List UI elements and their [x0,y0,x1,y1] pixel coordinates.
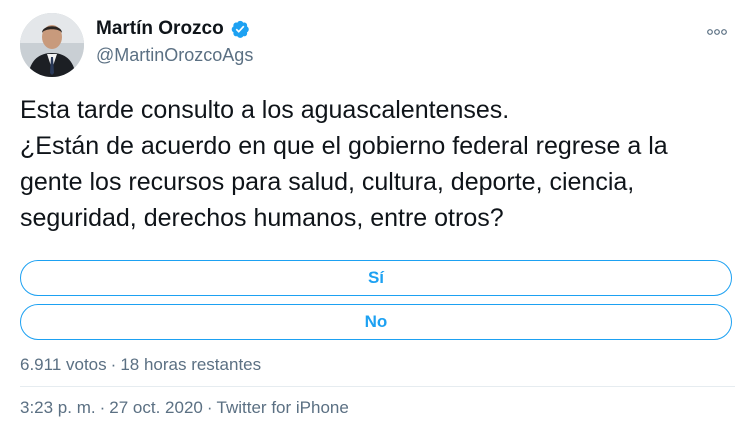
verified-badge-icon [230,19,250,39]
tweet-source[interactable]: Twitter for iPhone [217,398,349,417]
tweet-footer: 3:23 p. m. · 27 oct. 2020 · Twitter for iPho… [20,398,349,418]
author-name[interactable]: Martín Orozco [96,18,224,40]
footer-separator: · [99,398,106,417]
divider [20,386,735,387]
tweet-text: Esta tarde consulto a los aguascalentens… [20,96,668,232]
avatar[interactable] [20,13,84,77]
poll-meta-separator: · [110,355,117,374]
poll-meta: 6.911 votos · 18 horas restantes [20,355,261,375]
footer-separator: · [206,398,213,417]
poll-votes: 6.911 votos [20,355,107,374]
author-name-row: Martín Orozco [96,17,253,41]
tweet-date[interactable]: 27 oct. 2020 [109,398,203,417]
poll-option-si-button[interactable]: Sí [20,260,732,296]
more-options-icon[interactable] [706,24,728,35]
tweet-time[interactable]: 3:23 p. m. [20,398,96,417]
poll-option-no-button[interactable]: No [20,304,732,340]
poll-time-left: 18 horas restantes [120,355,262,374]
author-handle[interactable]: @MartinOrozcoAgs [96,45,253,66]
author-block: Martín Orozco @MartinOrozcoAgs [96,17,253,66]
tweet-card: Martín Orozco @MartinOrozcoAgs Esta tard… [0,0,750,431]
